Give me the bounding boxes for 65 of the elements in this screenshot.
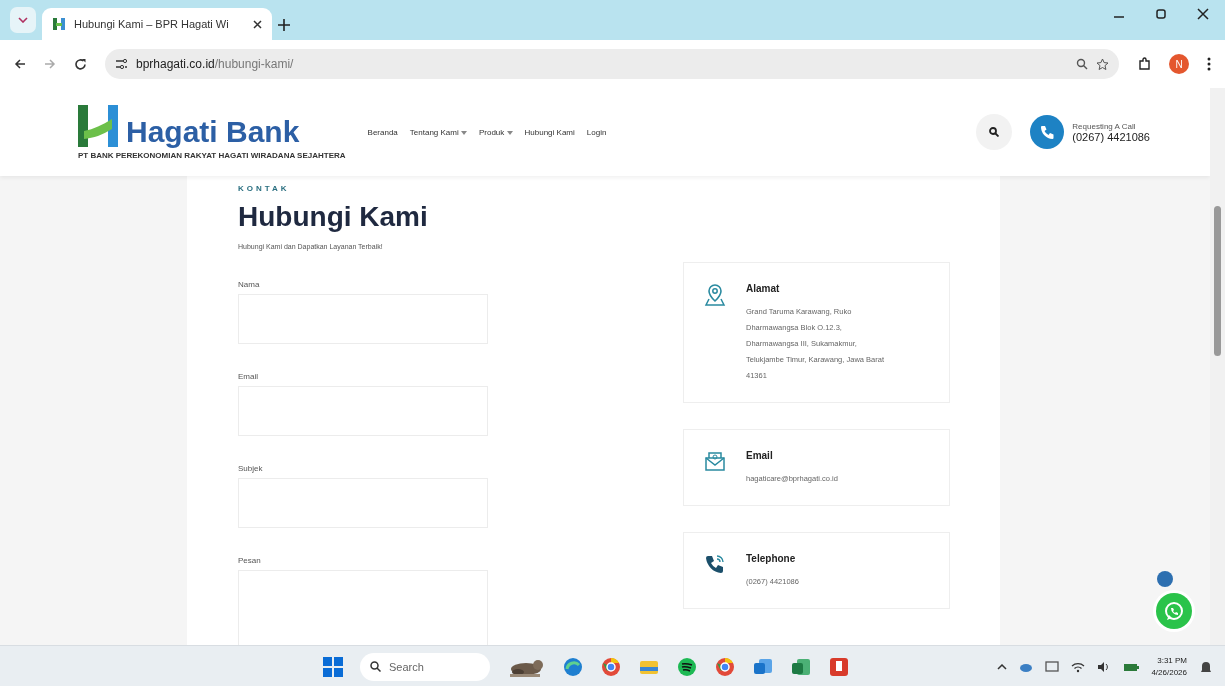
search-field[interactable]: Search [360,652,490,681]
extensions-icon[interactable] [1137,57,1151,71]
favicon-icon [52,17,66,31]
restore-icon[interactable] [1155,8,1167,20]
logo-mark-icon [78,104,120,147]
section-eyebrow: KONTAK [238,184,291,193]
search-button[interactable] [976,114,1013,150]
card-title: Alamat [746,283,781,294]
chevron-down-icon [18,17,28,23]
tab-list-button[interactable] [10,7,36,33]
phone-icon [1040,125,1055,139]
search-placeholder: Search [389,660,424,673]
nav-link[interactable]: Produk [478,127,513,137]
call-button[interactable] [1030,115,1065,149]
field-label: Email [238,372,259,381]
site-settings-icon [115,58,128,70]
call-number[interactable]: (0267) 4421086 [1072,130,1150,143]
globe-icon[interactable] [562,655,584,678]
chat-icon [1163,600,1185,622]
caret-icon [460,130,467,135]
nav-link[interactable]: Beranda [367,127,398,137]
display-icon[interactable] [1045,660,1060,673]
field-label: Nama [238,280,261,289]
search-icon [989,127,1000,137]
envelope-icon [704,450,726,472]
browser-tab[interactable]: Hubungi Kami – BPR Hagati Wi [42,8,272,40]
browser-icon[interactable] [714,655,736,678]
notification-icon[interactable] [1199,659,1213,674]
nav-link[interactable]: Hubungi Kami [524,127,575,137]
location-pin-icon [704,283,726,307]
browser-icon[interactable] [600,655,622,678]
reload-icon[interactable] [74,57,87,71]
back-icon[interactable] [14,58,26,70]
chevron-up-icon[interactable] [997,663,1008,670]
url-text: bprhagati.co.id/hubungi-kami/ [136,57,294,71]
nav-link[interactable]: Login [586,127,607,137]
page-title: Hubungi Kami [238,201,429,233]
menu-icon[interactable] [1207,57,1211,71]
wifi-icon[interactable] [1071,660,1086,673]
new-tab-icon[interactable] [278,19,290,31]
field-label: Subjek [238,464,264,473]
clock-date[interactable]: 4/26/2026 [1151,666,1187,679]
close-icon[interactable] [1197,8,1209,20]
nav-link[interactable]: Tentang Kami [409,127,467,137]
field-label: Pesan [238,556,262,565]
phone-icon [704,553,726,575]
caret-icon [506,130,513,135]
tab-title: Hubungi Kami – BPR Hagati Wi [74,18,230,30]
star-icon[interactable] [1096,57,1109,71]
logo-tagline: PT BANK PEREKONOMIAN RAKYAT HAGATI WIRADANA SEJAHTERA [78,150,346,160]
battery-icon[interactable] [1123,661,1140,672]
card-title: Telephone [746,553,797,564]
profile-avatar[interactable]: N [1169,54,1189,74]
close-icon[interactable] [253,19,262,29]
search-icon [370,661,381,672]
scrollbar[interactable] [1210,88,1225,645]
clock-time[interactable]: 3:31 PM [1151,654,1187,667]
zoom-icon[interactable] [1076,58,1088,70]
logo-text[interactable]: Hagati Bank [126,116,300,147]
card-title: Email [746,450,774,461]
address-bar[interactable]: bprhagati.co.id/hubungi-kami/ [105,49,1119,79]
start-icon[interactable] [322,655,344,678]
call-label: Requesting A Call [1072,121,1137,131]
music-icon[interactable] [676,655,698,678]
document-icon[interactable] [828,655,850,678]
